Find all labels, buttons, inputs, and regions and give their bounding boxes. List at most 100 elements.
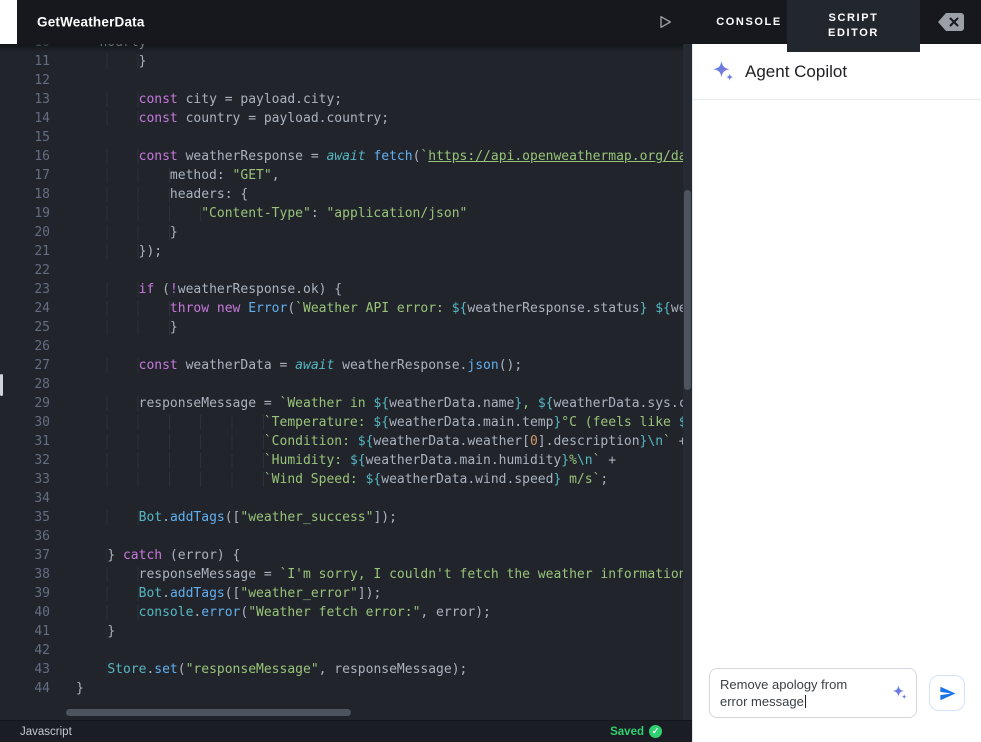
code-line[interactable]: 38 responseMessage = `I'm sorry, I could…: [0, 565, 692, 584]
code-rows: 10 hourly11 }1213 const city = payload.c…: [0, 44, 692, 698]
code-text: const weatherData = await weatherRespons…: [50, 356, 522, 375]
save-status-label: Saved: [610, 725, 644, 738]
save-status-badge: Saved ✓: [610, 725, 662, 738]
code-line[interactable]: 37 } catch (error) {: [0, 546, 683, 565]
code-text: `Condition: ${weatherData.weather[0].des…: [50, 432, 687, 451]
code-line[interactable]: 21 });: [0, 242, 683, 261]
check-icon: ✓: [649, 725, 662, 738]
line-number: 17: [34, 168, 50, 183]
code-text: });: [50, 242, 162, 261]
send-button[interactable]: [929, 675, 965, 711]
line-number: 36: [34, 529, 50, 544]
copilot-header: Agent Copilot: [693, 44, 981, 100]
code-line[interactable]: 12: [0, 71, 683, 90]
code-line[interactable]: 17 method: "GET",: [0, 166, 683, 185]
code-line[interactable]: 18 headers: {: [0, 185, 683, 204]
prompt-sparkle-icon[interactable]: [891, 685, 908, 702]
statusbar: Javascript Saved ✓: [0, 720, 692, 742]
code-text: Bot.addTags(["weather_error"]);: [50, 584, 381, 603]
code-line[interactable]: 33 `Wind Speed: ${weatherData.wind.speed…: [0, 470, 683, 489]
code-line[interactable]: 44}: [0, 679, 683, 698]
line-number: 23: [34, 282, 50, 297]
line-number: 16: [34, 149, 50, 164]
code-line[interactable]: 25 }: [0, 318, 683, 337]
code-line[interactable]: 10 hourly: [0, 44, 683, 52]
line-number: 11: [34, 54, 50, 69]
code-line[interactable]: 31 `Condition: ${weatherData.weather[0].…: [0, 432, 687, 451]
copilot-prompt-input[interactable]: Remove apology from error message: [709, 668, 917, 718]
code-text: }: [50, 318, 178, 337]
line-number: 21: [34, 244, 50, 259]
code-line[interactable]: 41 }: [0, 622, 683, 641]
code-line[interactable]: 40 console.error("Weather fetch error:",…: [0, 603, 683, 622]
code-text: responseMessage = `Weather in ${weatherD…: [50, 394, 692, 413]
code-text: const country = payload.country;: [50, 109, 389, 128]
code-line[interactable]: 29 responseMessage = `Weather in ${weath…: [0, 394, 692, 413]
line-number: 34: [34, 491, 50, 506]
code-line[interactable]: 28: [0, 375, 683, 394]
code-line[interactable]: 16 const weatherResponse = await fetch(`…: [0, 147, 692, 166]
line-number: 44: [34, 681, 50, 696]
line-number: 14: [34, 111, 50, 126]
code-line[interactable]: 15: [0, 128, 683, 147]
code-text: const city = payload.city;: [50, 90, 342, 109]
code-editor[interactable]: 10 hourly11 }1213 const city = payload.c…: [0, 44, 692, 720]
run-button[interactable]: [653, 10, 677, 34]
code-line[interactable]: 13 const city = payload.city;: [0, 90, 683, 109]
code-line[interactable]: 23 if (!weatherResponse.ok) {: [0, 280, 683, 299]
horizontal-scrollbar-thumb[interactable]: [66, 709, 351, 716]
sparkle-icon: [711, 60, 735, 84]
left-scroll-indicator[interactable]: [0, 374, 3, 396]
code-text: `Wind Speed: ${weatherData.wind.speed} m…: [50, 470, 608, 489]
script-title: GetWeatherData: [37, 14, 145, 30]
line-number: 12: [34, 73, 50, 88]
tab-script-editor-label: SCRIPT EDITOR: [828, 12, 879, 39]
vertical-scrollbar-track[interactable]: [683, 44, 692, 720]
code-line[interactable]: 11 }: [0, 52, 683, 71]
code-text: `Temperature: ${weatherData.main.temp}°C…: [50, 413, 692, 432]
line-number: 29: [34, 396, 50, 411]
tab-script-editor[interactable]: SCRIPT EDITOR: [787, 0, 920, 52]
code-text: method: "GET",: [50, 166, 280, 185]
code-text: }: [50, 223, 178, 242]
code-line[interactable]: 36: [0, 527, 683, 546]
send-icon: [938, 684, 957, 703]
code-text: throw new Error(`Weather API error: ${we…: [50, 299, 692, 318]
code-line[interactable]: 20 }: [0, 223, 683, 242]
line-number: 38: [34, 567, 50, 582]
code-line[interactable]: 27 const weatherData = await weatherResp…: [0, 356, 683, 375]
line-number: 19: [34, 206, 50, 221]
code-line[interactable]: 34: [0, 489, 683, 508]
app-window: GetWeatherData CONSOLE SCRIPT EDITOR 10 …: [0, 0, 981, 742]
line-number: 25: [34, 320, 50, 335]
code-line[interactable]: 14 const country = payload.country;: [0, 109, 683, 128]
line-number: 18: [34, 187, 50, 202]
language-label: Javascript: [20, 725, 72, 738]
code-line[interactable]: 35 Bot.addTags(["weather_success"]);: [0, 508, 683, 527]
code-line[interactable]: 19 "Content-Type": "application/json": [0, 204, 683, 223]
line-number: 33: [34, 472, 50, 487]
code-text: const weatherResponse = await fetch(`htt…: [50, 147, 692, 166]
code-line[interactable]: 43 Store.set("responseMessage", response…: [0, 660, 683, 679]
code-line[interactable]: 22: [0, 261, 683, 280]
code-line[interactable]: 42: [0, 641, 683, 660]
code-text: hourly: [50, 44, 146, 52]
clear-button[interactable]: [936, 10, 966, 34]
code-line[interactable]: 24 throw new Error(`Weather API error: $…: [0, 299, 692, 318]
copilot-prompt-text: Remove apology from error message: [720, 676, 852, 710]
code-line[interactable]: 26: [0, 337, 683, 356]
code-text: Store.set("responseMessage", responseMes…: [50, 660, 467, 679]
copilot-title: Agent Copilot: [745, 61, 848, 81]
backspace-clear-icon: [936, 10, 966, 34]
agent-copilot-panel: Agent Copilot Remove apology from error …: [692, 44, 981, 742]
vertical-scrollbar-thumb[interactable]: [684, 190, 691, 390]
code-text: if (!weatherResponse.ok) {: [50, 280, 342, 299]
code-line[interactable]: 32 `Humidity: ${weatherData.main.humidit…: [0, 451, 683, 470]
code-line[interactable]: 30 `Temperature: ${weatherData.main.temp…: [0, 413, 692, 432]
line-number: 42: [34, 643, 50, 658]
code-line[interactable]: 39 Bot.addTags(["weather_error"]);: [0, 584, 683, 603]
